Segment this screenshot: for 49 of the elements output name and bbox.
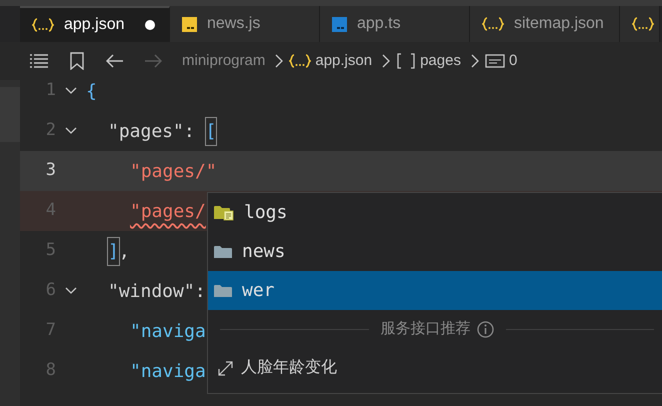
code-token: "naviga [130, 360, 206, 384]
folder-icon [214, 244, 232, 258]
braces-icon [289, 54, 312, 68]
brackets-icon [396, 53, 416, 69]
service-item[interactable]: 人脸年龄变化 [208, 348, 662, 388]
suggestion-item[interactable]: news [208, 232, 662, 271]
editor-tab[interactable]: news.js [170, 6, 320, 42]
line-number: 3 [44, 159, 56, 182]
matched-bracket: ] [108, 238, 119, 264]
editor-tab[interactable]: app.ts [320, 6, 470, 42]
chevron-right-icon [275, 54, 284, 68]
breadcrumb-item[interactable]: miniprogram [182, 50, 266, 72]
expand-arrow-icon [218, 360, 233, 376]
code-token: : [194, 280, 206, 304]
fold-chevron-icon[interactable] [65, 127, 77, 135]
bookmark-icon[interactable] [70, 52, 84, 70]
list-icon[interactable] [30, 54, 48, 68]
braces-icon [632, 17, 654, 31]
editor-tab[interactable]: app.json [20, 6, 170, 42]
suggestion-item[interactable]: wer [208, 271, 662, 310]
chevron-right-icon [382, 54, 390, 68]
matched-bracket: [ [206, 118, 216, 144]
code-token: : [184, 120, 196, 144]
folder-file-icon [214, 204, 234, 220]
braces-icon [482, 17, 504, 31]
back-arrow-icon[interactable] [106, 54, 124, 68]
breadcrumb-item[interactable]: app.json [315, 50, 372, 72]
editor-tab[interactable] [620, 6, 660, 42]
code-token: "window" [108, 280, 195, 304]
error-underlined-code: "pages/ [130, 200, 206, 224]
breadcrumb-item[interactable]: 0 [508, 50, 518, 72]
code-token: { [86, 80, 97, 104]
code-token: "pages" [108, 120, 184, 144]
code-token: "naviga [130, 320, 206, 344]
suggestion-item[interactable]: logs [208, 193, 662, 232]
code-token: "pages/" [130, 160, 217, 184]
text-box-icon [484, 54, 505, 68]
folder-icon [214, 284, 232, 298]
section-heading: 服务接口推荐 [380, 318, 470, 339]
braces-icon [32, 18, 54, 32]
fold-chevron-icon[interactable] [65, 287, 77, 295]
editor-tab[interactable]: sitemap.json [470, 6, 620, 42]
info-icon[interactable] [476, 320, 494, 338]
breadcrumb-item[interactable]: pages [420, 50, 461, 72]
js-file-icon [182, 16, 197, 32]
code-token: , [118, 240, 130, 264]
ts-file-icon [332, 16, 347, 32]
fold-chevron-icon[interactable] [65, 87, 77, 95]
chevron-right-icon [470, 54, 479, 68]
